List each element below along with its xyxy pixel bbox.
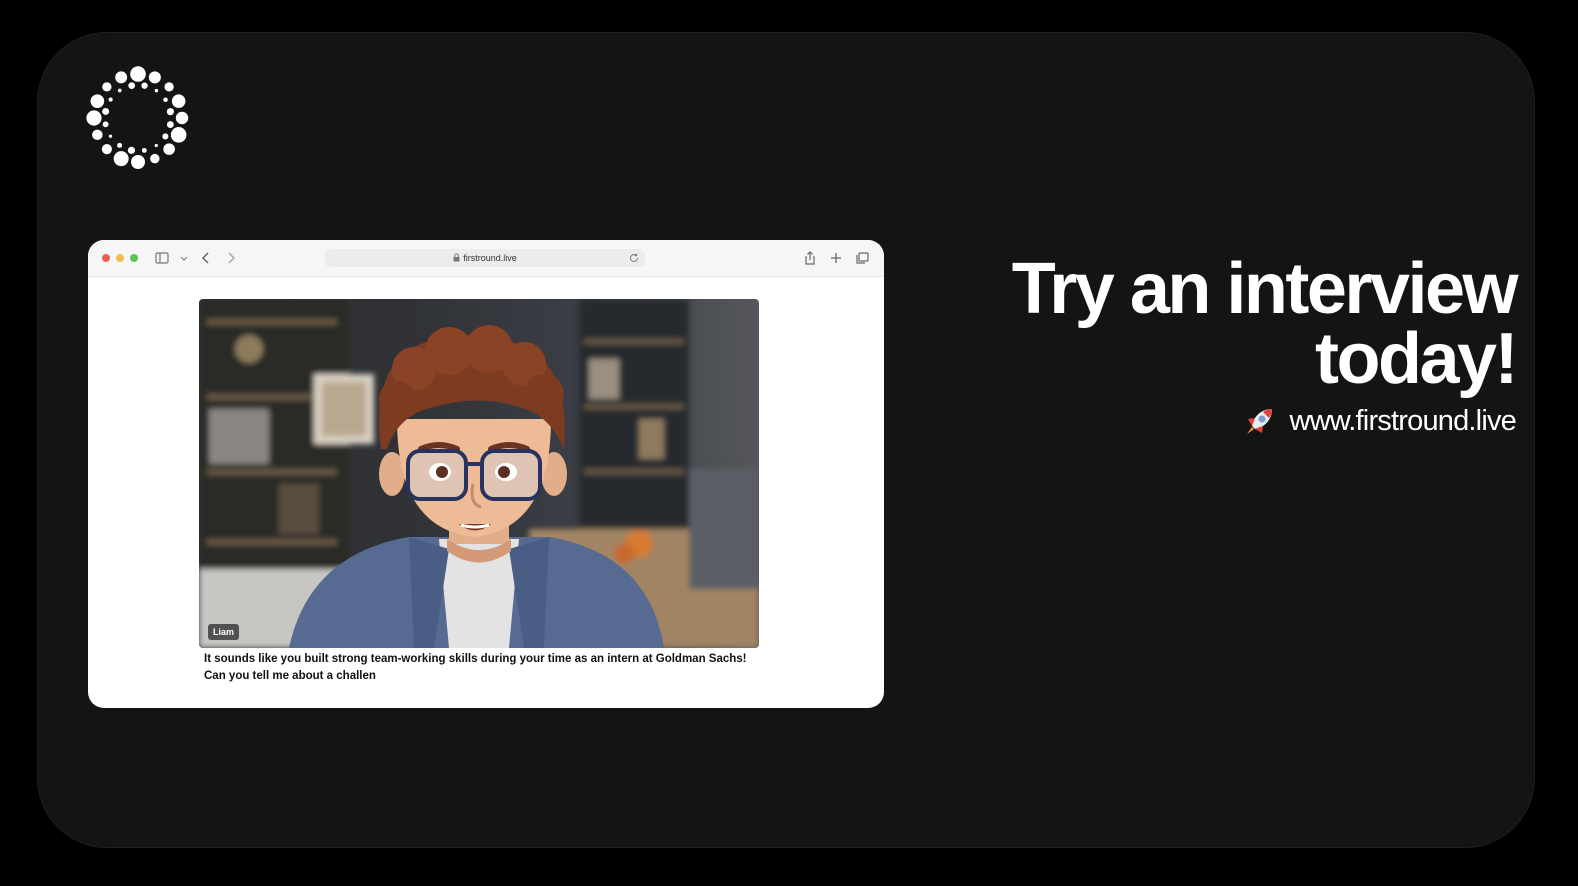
logo-dot: [117, 88, 122, 93]
website-url: www.firstround.live: [1289, 405, 1516, 437]
sidebar-toggle-icon[interactable]: [154, 250, 170, 266]
url-text: firstround.live: [463, 253, 517, 263]
interview-video[interactable]: Liam: [199, 299, 759, 648]
logo-dot: [175, 111, 189, 125]
logo-dot: [154, 88, 159, 93]
maximize-window-button[interactable]: [130, 254, 138, 262]
logo-dot: [127, 146, 136, 154]
logo-dot: [108, 134, 113, 138]
new-tab-icon[interactable]: [828, 250, 844, 266]
back-icon[interactable]: [198, 250, 214, 266]
logo-dot: [113, 151, 129, 167]
speaker-name-tag: Liam: [208, 624, 240, 640]
logo-dot: [130, 66, 146, 82]
dotted-ring-logo-icon: [86, 66, 189, 169]
logo-dot: [86, 110, 102, 126]
logo-dot: [117, 142, 123, 148]
logo-dot: [171, 94, 186, 108]
forward-icon[interactable]: [223, 250, 239, 266]
logo-dot: [141, 82, 148, 89]
logo-dot: [154, 143, 158, 148]
logo-dot: [115, 71, 128, 84]
browser-toolbar: firstround.live: [88, 240, 884, 277]
logo-dot: [163, 97, 168, 103]
chevron-down-icon[interactable]: [176, 250, 192, 266]
logo-dot: [164, 82, 174, 92]
logo-dot: [148, 71, 161, 84]
logo-dot: [162, 133, 169, 140]
headline-line-2: today!: [1315, 319, 1519, 399]
logo-dot: [101, 144, 112, 155]
rocket-icon: [1247, 408, 1273, 434]
minimize-window-button[interactable]: [116, 254, 124, 262]
logo-dot: [92, 129, 103, 141]
browser-window: firstround.live Liam It sounds like you …: [88, 240, 884, 708]
address-bar[interactable]: firstround.live: [325, 249, 645, 267]
logo-dot: [108, 97, 113, 102]
close-window-button[interactable]: [102, 254, 110, 262]
logo-dot: [102, 82, 112, 92]
website-link[interactable]: www.firstround.live: [1243, 405, 1517, 438]
headline: Try an interview today!: [1011, 249, 1519, 399]
logo-dot: [166, 121, 174, 128]
logo-dot: [166, 108, 174, 116]
logo-dot: [90, 94, 105, 108]
logo-dot: [102, 121, 109, 128]
logo-dot: [170, 127, 187, 143]
avatar-video-frame: [199, 299, 759, 648]
logo-dot: [163, 143, 175, 155]
reload-icon[interactable]: [628, 252, 640, 264]
lock-icon: [453, 253, 460, 262]
logo-dot: [102, 107, 110, 115]
interview-caption: It sounds like you built strong team-wor…: [204, 653, 747, 682]
logo-dot: [150, 153, 160, 164]
logo-dot: [131, 155, 145, 169]
tab-overview-icon[interactable]: [854, 250, 870, 266]
logo-dot: [141, 147, 147, 153]
share-icon[interactable]: [802, 250, 818, 266]
logo-dot: [128, 82, 136, 89]
headline-line-1: Try an interview: [1011, 249, 1519, 329]
